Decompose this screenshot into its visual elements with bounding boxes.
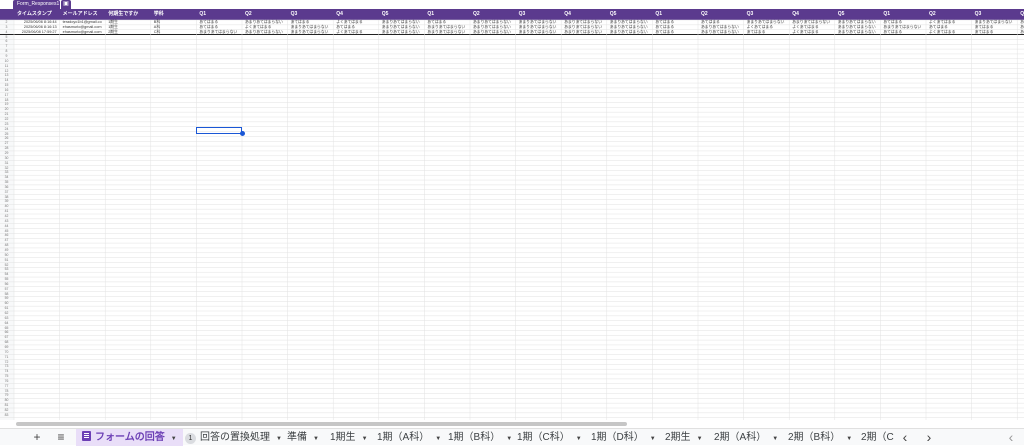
table-cell[interactable]: あてはまる: [744, 28, 790, 37]
row-number[interactable]: 83: [0, 411, 13, 420]
table-cell[interactable]: ehasmurlo@gmail.com: [60, 28, 106, 37]
table-cell[interactable]: あまりあてはまらない: [288, 28, 334, 37]
table-cell[interactable]: C科: [151, 28, 197, 37]
sheet-tab[interactable]: 2期生 ▼: [665, 429, 703, 446]
sheet-tab[interactable]: 1期（B科） ▼: [448, 429, 512, 446]
sheet-tab[interactable]: 1期（C科） ▼: [517, 429, 582, 446]
plus-icon[interactable]: +: [29, 429, 45, 446]
tab-label: 2期（B科）: [788, 432, 841, 443]
chevron-left-icon[interactable]: ‹: [897, 429, 913, 446]
table-cell[interactable]: あてはまる: [652, 28, 698, 37]
horizontal-scrollbar[interactable]: [14, 420, 1014, 428]
table-cell[interactable]: あまりあてはまらない: [835, 28, 881, 37]
chevron-down-icon[interactable]: ▼: [435, 436, 441, 442]
table-cell[interactable]: あまりあてはまらない: [561, 28, 607, 37]
chevron-down-icon[interactable]: ▼: [772, 436, 778, 442]
tab-label: 1期生: [330, 432, 356, 443]
tab-form-responses[interactable]: フォームの回答 ▼: [76, 429, 183, 446]
table-cell[interactable]: よくあてはまる: [926, 28, 972, 37]
sheet-tab[interactable]: 1期（D科） ▼: [591, 429, 656, 446]
sheet-tab[interactable]: 2期（C: [861, 429, 894, 446]
table-cell[interactable]: よくあてはまる: [333, 28, 379, 37]
grid-lines: [0, 9, 1024, 420]
selected-cell[interactable]: [196, 126, 242, 134]
tab-label: 1期（C科）: [517, 432, 570, 443]
chevron-down-icon[interactable]: ▼: [276, 436, 282, 442]
table-cell[interactable]: あてはまる: [972, 28, 1018, 37]
table-cell[interactable]: あまりあてはまらない: [1017, 28, 1024, 37]
chevron-down-icon[interactable]: ▼: [697, 436, 703, 442]
sheet-tab[interactable]: 1期生 ▼: [330, 429, 368, 446]
tab-label: 2期（A科）: [714, 432, 767, 443]
chevron-right-icon[interactable]: ›: [921, 429, 937, 446]
chevron-down-icon[interactable]: ▼: [506, 436, 512, 442]
chevron-down-icon[interactable]: ▼: [362, 436, 368, 442]
table-cell[interactable]: あまりあてはまらない: [607, 28, 653, 37]
chevron-down-icon[interactable]: ▼: [650, 436, 656, 442]
table-icon[interactable]: ▣: [61, 0, 71, 9]
table-cell[interactable]: あまりあてはまらない: [470, 28, 516, 37]
sheet-tab-bar: + ≡ フォームの回答 ▼ ‹ › ‹ 1 回答の置換処理 ▼ 準備 ▼ 1期生 ▼ 1期（A科…: [0, 428, 1024, 446]
scrollbar-thumb[interactable]: [16, 422, 627, 426]
table-cell[interactable]: あてはまる: [880, 28, 926, 37]
table-cell[interactable]: あまりあてはまらない: [424, 28, 470, 37]
table-cell[interactable]: あまりあてはまらない: [196, 28, 242, 37]
menu-icon[interactable]: ≡: [53, 429, 69, 446]
sheet-tab[interactable]: 1期（A科） ▼: [377, 429, 441, 446]
tab-replace-process[interactable]: 1 回答の置換処理 ▼: [185, 429, 282, 446]
tab-label: 2期（C: [861, 432, 894, 443]
count-badge: 1: [185, 433, 196, 444]
table-cell[interactable]: あまりあてはまらない: [379, 28, 425, 37]
table-tab-bar: Form_Responses1 ▣: [0, 0, 1024, 9]
tab-label: 1期（B科）: [448, 432, 501, 443]
table-cell[interactable]: あまりあてはまらない: [242, 28, 288, 37]
chevron-left-icon[interactable]: ‹: [1003, 429, 1019, 446]
table-name-tab[interactable]: Form_Responses1: [13, 0, 60, 9]
chevron-down-icon[interactable]: ▼: [846, 436, 852, 442]
tab-label: 1期（A科）: [377, 432, 430, 443]
sheet-tab[interactable]: 準備 ▼: [287, 429, 319, 446]
tab-label: 2期生: [665, 432, 691, 443]
table-cell[interactable]: あまりあてはまらない: [516, 28, 562, 37]
chevron-down-icon[interactable]: ▼: [313, 436, 319, 442]
table-cell[interactable]: あまりあてはまらない: [698, 28, 744, 37]
fill-handle[interactable]: [239, 131, 245, 137]
chevron-down-icon[interactable]: ▼: [576, 436, 582, 442]
table-cell[interactable]: よくあてはまる: [789, 28, 835, 37]
tab-label: フォームの回答: [95, 432, 165, 443]
tab-label: 1期（D科）: [591, 432, 644, 443]
table-cell[interactable]: 2期生: [105, 28, 151, 37]
sheet-tab[interactable]: 2期（A科） ▼: [714, 429, 778, 446]
tab-label: 準備: [287, 432, 307, 443]
chevron-down-icon[interactable]: ▼: [171, 436, 177, 442]
sheet-tab[interactable]: 2期（B科） ▼: [788, 429, 852, 446]
spreadsheet-grid[interactable]: タイムスタンプ メールアドレス 何期生ですか 学科 Q1 Q2 Q3 Q4 Q5 Q1 Q2 Q3 Q4…: [0, 9, 1024, 420]
table-cell[interactable]: 2025/06/08 17:59:27: [14, 28, 60, 37]
tab-label: 回答の置換処理: [200, 432, 270, 443]
form-icon: [82, 431, 91, 441]
